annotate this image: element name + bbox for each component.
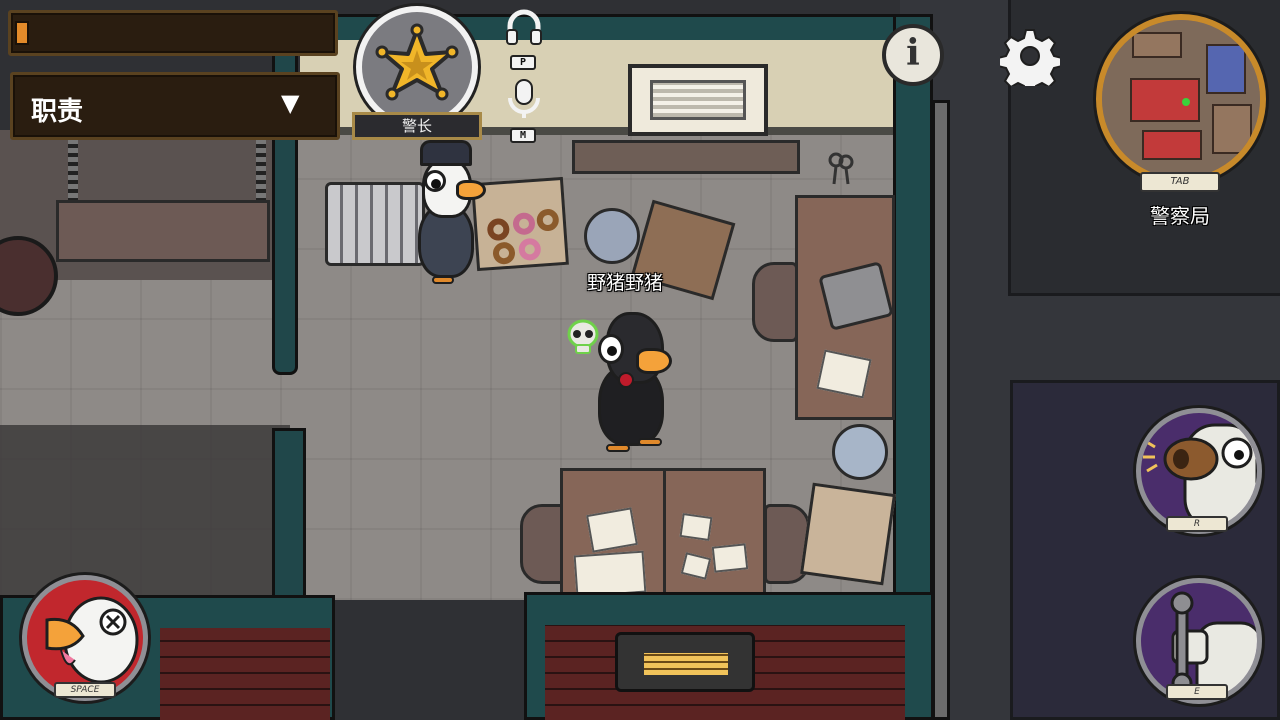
paper (680, 552, 712, 580)
bench (56, 200, 270, 262)
paper (816, 349, 872, 399)
rose-icon (618, 372, 634, 388)
report-goose-icon (45, 596, 139, 684)
role-duties-dropdown[interactable]: 职责 ▼ (10, 72, 340, 140)
minimap[interactable] (1096, 14, 1266, 184)
paper (586, 507, 638, 553)
minimap-room (1212, 104, 1252, 154)
donut (518, 237, 542, 262)
hall-divider (932, 100, 950, 720)
table (560, 468, 766, 598)
brick-wall (160, 628, 330, 720)
bowl (832, 424, 888, 480)
donut (512, 211, 536, 236)
goose-beak (636, 348, 672, 374)
evidence-box (800, 482, 896, 586)
chair (752, 262, 798, 342)
minimap-room (1132, 32, 1182, 58)
globe (584, 208, 640, 264)
wrench-icon (1170, 591, 1257, 699)
wall-shelf (572, 140, 800, 174)
report-key-hint: SPACE (54, 682, 116, 698)
use-key-hint: E (1166, 684, 1228, 700)
player-name-tag: 野猪野猪 (586, 272, 663, 294)
window-blinds (650, 80, 746, 120)
goose-beak (456, 180, 486, 200)
role-duties-label: 职责 (31, 97, 84, 127)
keys-icon (826, 150, 856, 188)
honk-goose-icon (1143, 423, 1257, 529)
donut (536, 208, 560, 232)
headphones-icon[interactable] (504, 8, 544, 48)
donut (492, 241, 516, 265)
police-cap (420, 140, 472, 166)
goose-eye (424, 170, 446, 192)
table-split (663, 471, 666, 595)
room-shadow (0, 425, 290, 605)
vent[interactable] (615, 632, 755, 692)
task-progress-bar (8, 10, 338, 56)
info-button[interactable]: i (882, 24, 944, 86)
swing-chain (256, 140, 266, 202)
sheriff-star-icon (375, 23, 459, 101)
task-progress-fill (15, 21, 29, 45)
right-wall (893, 14, 933, 604)
minimap-room (1142, 130, 1202, 160)
current-location: 警察局 (1150, 204, 1210, 228)
microphone-icon[interactable] (504, 78, 544, 118)
speaker-key-hint: P (510, 55, 536, 70)
mic-key-hint: M (510, 128, 536, 143)
info-icon: i (906, 32, 920, 74)
paper (679, 513, 713, 541)
chevron-down-icon: ▼ (281, 89, 300, 117)
swing-chain (68, 140, 78, 202)
player-location-dot (1182, 98, 1190, 106)
gear-icon[interactable] (997, 26, 1063, 95)
vent-light (644, 653, 728, 675)
minimap-room (1206, 44, 1246, 94)
goose-eye (598, 334, 624, 364)
window (628, 64, 768, 136)
police-goose (410, 140, 490, 290)
role-badge[interactable] (356, 6, 478, 128)
paper (711, 543, 749, 573)
minimap-key-hint: TAB (1140, 172, 1220, 192)
goose-feet (432, 276, 454, 284)
goose-feet (606, 444, 630, 452)
donut (486, 217, 511, 242)
honk-key-hint: R (1166, 516, 1228, 532)
goose-feet (638, 438, 662, 446)
newspaper (573, 550, 647, 598)
player-goose (592, 306, 692, 458)
role-name: 警长 (352, 112, 482, 140)
left-pillar-lower (272, 428, 306, 608)
